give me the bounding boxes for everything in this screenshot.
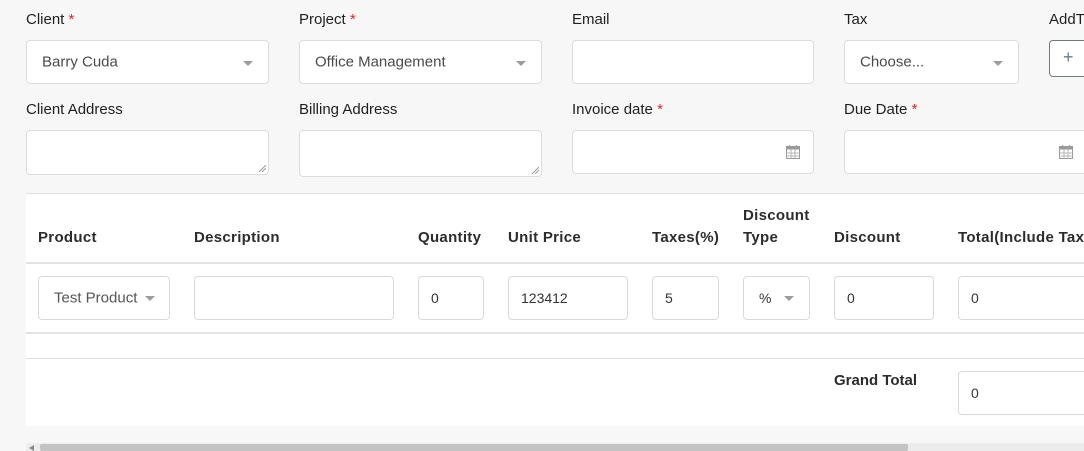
row-product-select[interactable]: Test Product <box>38 276 170 320</box>
grand-total-label: Grand Total <box>834 372 918 389</box>
row-discount-type-value: % <box>759 290 772 306</box>
required-mark: * <box>349 11 356 28</box>
row-discount-input[interactable]: 0 <box>834 276 934 320</box>
billing-address-textarea[interactable] <box>299 130 542 177</box>
plus-icon: + <box>1063 47 1074 67</box>
header-discount-type: Discount Type <box>743 205 810 249</box>
calendar-icon[interactable] <box>786 145 800 159</box>
due-date-label: Due Date * <box>844 101 917 118</box>
due-date-input[interactable] <box>844 130 1084 174</box>
client-address-textarea[interactable] <box>26 130 269 175</box>
chevron-down-icon <box>784 296 794 301</box>
header-description: Description <box>194 229 280 246</box>
add-tax-button[interactable]: + <box>1049 40 1084 77</box>
header-discount-type-line2: Type <box>743 229 779 246</box>
required-mark: * <box>911 101 918 118</box>
due-date-label-text: Due Date <box>844 101 908 118</box>
row-discount-type-select[interactable]: % <box>743 276 810 320</box>
billing-address-label: Billing Address <box>299 101 398 118</box>
project-select[interactable]: Office Management <box>299 40 542 84</box>
tax-select-value: Choose... <box>860 53 925 71</box>
email-label: Email <box>572 11 610 28</box>
total-divider <box>26 358 1084 359</box>
row-unit-price-value: 123412 <box>521 290 568 306</box>
grand-total-value: 0 <box>971 385 979 401</box>
row-quantity-input[interactable]: 0 <box>418 276 484 320</box>
client-select-value: Barry Cuda <box>42 53 118 71</box>
resize-handle-icon[interactable] <box>258 164 266 172</box>
required-mark: * <box>68 11 75 28</box>
row-quantity-value: 0 <box>431 290 439 306</box>
grand-total-input[interactable]: 0 <box>958 371 1084 415</box>
client-select[interactable]: Barry Cuda <box>26 40 269 84</box>
divider <box>26 193 1084 194</box>
project-select-value: Office Management <box>315 53 446 71</box>
add-tax-label: AddT <box>1049 11 1084 28</box>
project-label: Project * <box>299 11 356 28</box>
row-product-value: Test Product <box>54 289 138 307</box>
header-taxes: Taxes(%) <box>652 229 720 246</box>
row-divider <box>26 332 1084 334</box>
client-label-text: Client <box>26 11 65 28</box>
invoice-date-label: Invoice date * <box>572 101 663 118</box>
row-unit-price-input[interactable]: 123412 <box>508 276 628 320</box>
row-discount-value: 0 <box>847 290 855 306</box>
header-discount-type-line1: Discount <box>743 207 810 224</box>
row-description-input[interactable] <box>194 276 394 320</box>
row-taxes-value: 5 <box>665 290 673 306</box>
header-quantity: Quantity <box>418 229 482 246</box>
chevron-down-icon <box>243 61 253 66</box>
email-input[interactable] <box>572 40 814 84</box>
header-product: Product <box>38 229 97 246</box>
invoice-date-input[interactable] <box>572 130 814 174</box>
chevron-down-icon <box>145 296 155 301</box>
calendar-icon[interactable] <box>1059 145 1073 159</box>
tax-select[interactable]: Choose... <box>844 40 1019 84</box>
chevron-down-icon <box>516 61 526 66</box>
resize-handle-icon[interactable] <box>531 166 539 174</box>
header-unit-price: Unit Price <box>508 229 582 246</box>
tax-label: Tax <box>844 11 868 28</box>
scroll-left-icon[interactable] <box>29 445 34 451</box>
client-label: Client * <box>26 11 74 28</box>
required-mark: * <box>657 101 663 118</box>
project-label-text: Project <box>299 11 346 28</box>
row-total-value: 0 <box>971 290 979 306</box>
row-total-input[interactable]: 0 <box>958 276 1084 320</box>
client-address-label: Client Address <box>26 101 123 118</box>
scrollbar-thumb[interactable] <box>40 444 908 451</box>
row-taxes-input[interactable]: 5 <box>652 276 719 320</box>
invoice-date-label-text: Invoice date <box>572 101 653 118</box>
chevron-down-icon <box>993 61 1003 66</box>
header-total: Total(Include Tax <box>958 229 1084 246</box>
header-discount: Discount <box>834 229 901 246</box>
header-divider <box>26 262 1084 264</box>
